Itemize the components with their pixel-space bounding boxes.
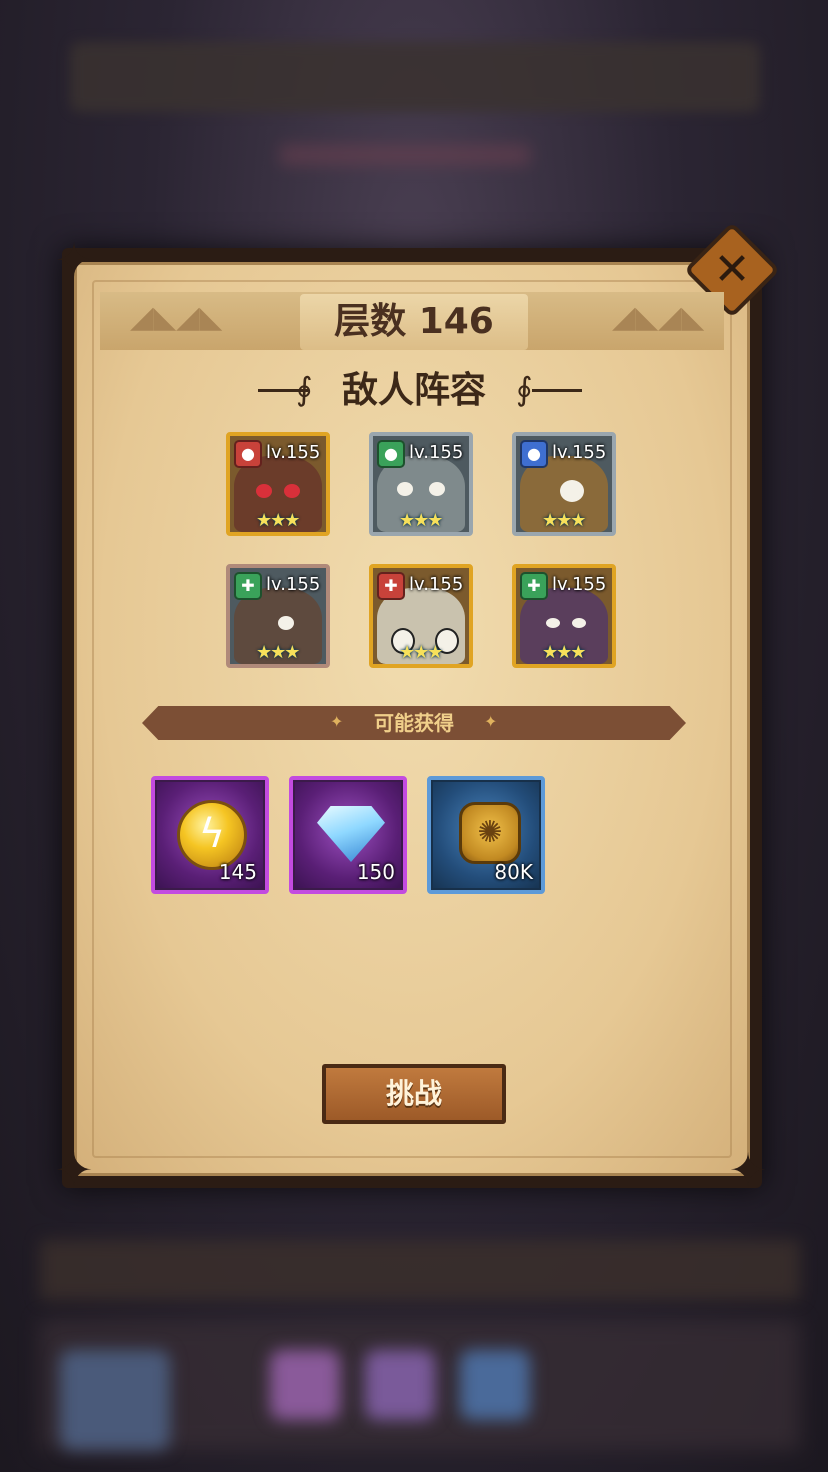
hero-eye [284,484,300,498]
hero-eye [278,616,294,630]
coin-icon: ✺ [459,802,521,864]
enemy-hero-card[interactable]: ✚ lv.155 ★★★ [512,564,616,668]
hero-level: lv.155 [409,442,464,463]
hero-eye [560,480,584,502]
reward-item[interactable]: 150 [289,776,407,894]
section-divider [532,389,582,392]
enemy-section-title: 敌人阵容 [341,370,486,411]
enemy-hero-card[interactable]: ✚ lv.155 ★★★ [226,564,330,668]
faction-icon: ● [377,440,405,468]
section-ornament-icon: ∮ [516,370,533,408]
hero-stars: ★★★ [542,642,586,663]
hero-stars: ★★★ [542,510,586,531]
hero-eye [256,484,272,498]
hero-eye [572,618,586,628]
hero-level: lv.155 [552,574,607,595]
reward-count: 80K [494,860,533,884]
reward-item[interactable]: ϟ 145 [151,776,269,894]
corner-ornament-icon: ✦ [54,1143,94,1197]
enemy-hero-card[interactable]: ✚ lv.155 ★★★ [369,564,473,668]
hero-stars: ★★★ [256,510,300,531]
title-ornament-icon: ◢◣◢◣ [612,300,705,335]
rewards-ornament-icon: ✦ [484,712,498,731]
enemy-hero-card[interactable]: ● lv.155 ★★★ [369,432,473,536]
enemy-hero-card[interactable]: ● lv.155 ★★★ [226,432,330,536]
background-subtitle [280,145,530,165]
hero-stars: ★★★ [256,642,300,663]
faction-icon: ✚ [377,572,405,600]
enemy-hero-card[interactable]: ● lv.155 ★★★ [512,432,616,536]
hero-stars: ★★★ [399,510,443,531]
corner-ornament-icon: ✦ [728,1143,768,1197]
hero-level: lv.155 [266,442,321,463]
background-avatar [60,1350,170,1450]
hero-level: lv.155 [266,574,321,595]
faction-icon: ● [234,440,262,468]
faction-icon: ✚ [234,572,262,600]
reward-count: 150 [356,860,395,884]
background-slot [365,1350,435,1420]
background-topbar [70,42,760,112]
hero-stars: ★★★ [399,642,443,663]
background-slot [460,1350,530,1420]
reward-item[interactable]: ✺ 80K [427,776,545,894]
hero-eye [397,482,413,496]
title-ornament-icon: ◢◣◢◣ [130,300,223,335]
faction-icon: ✚ [520,572,548,600]
hero-eye [429,482,445,496]
challenge-button[interactable]: 挑战 [322,1064,506,1124]
hero-eye [546,618,560,628]
corner-ornament-icon: ✦ [54,233,94,287]
hero-level: lv.155 [409,574,464,595]
background-slot [270,1350,340,1420]
faction-icon: ● [520,440,548,468]
hero-level: lv.155 [552,442,607,463]
floor-title: 层数 146 [334,301,494,342]
reward-count: 145 [218,860,257,884]
diamond-icon [317,806,385,862]
background-lower-bar [40,1240,800,1300]
